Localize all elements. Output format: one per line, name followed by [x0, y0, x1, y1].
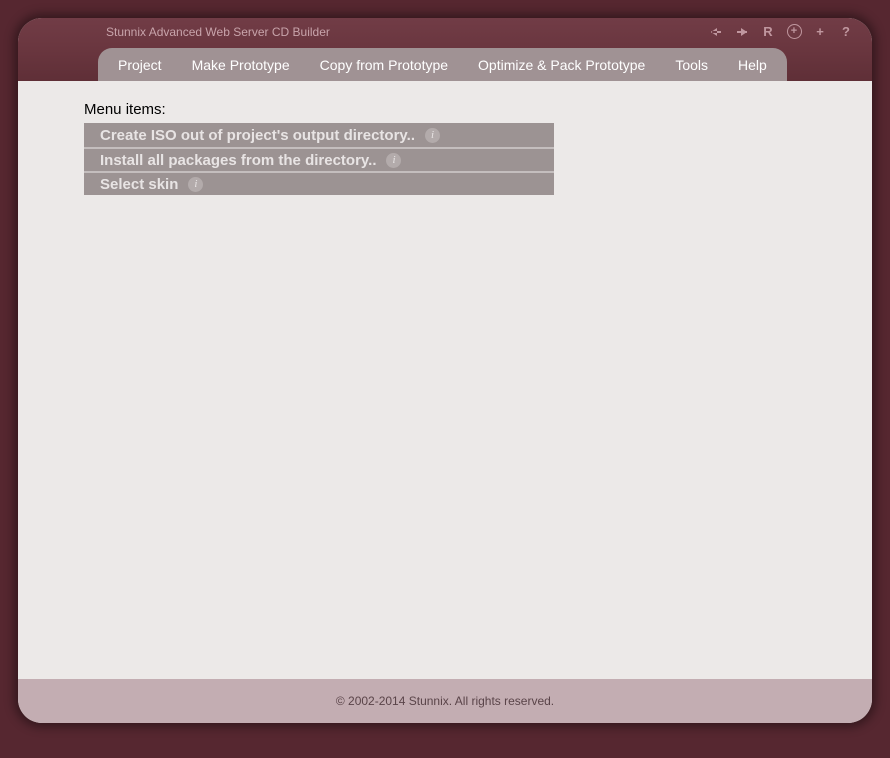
menu-optimize-pack[interactable]: Optimize & Pack Prototype: [478, 57, 645, 73]
back-icon[interactable]: [708, 24, 724, 40]
menu-row-label: Create ISO out of project's output direc…: [100, 127, 415, 144]
menu-row-create-iso[interactable]: Create ISO out of project's output direc…: [84, 123, 554, 147]
content-area: Menu items: Create ISO out of project's …: [18, 81, 872, 679]
menu-copy-from-prototype[interactable]: Copy from Prototype: [320, 57, 448, 73]
info-icon[interactable]: i: [188, 177, 203, 192]
menu-help[interactable]: Help: [738, 57, 767, 73]
menu-row-label: Install all packages from the directory.…: [100, 152, 376, 169]
info-icon[interactable]: i: [386, 153, 401, 168]
menu-row-select-skin[interactable]: Select skin i: [84, 171, 554, 195]
menu-row-label: Select skin: [100, 176, 178, 193]
outer-frame: Stunnix Advanced Web Server CD Builder R…: [0, 0, 890, 758]
menubar: Project Make Prototype Copy from Prototy…: [18, 45, 872, 81]
menu-items-list: Create ISO out of project's output direc…: [84, 123, 554, 195]
menu-tools[interactable]: Tools: [675, 57, 708, 73]
menu-items-heading: Menu items:: [84, 101, 872, 118]
menu-make-prototype[interactable]: Make Prototype: [192, 57, 290, 73]
titlebar: Stunnix Advanced Web Server CD Builder R…: [18, 18, 872, 45]
footer-text: © 2002-2014 Stunnix. All rights reserved…: [336, 694, 554, 708]
menubar-tab: Project Make Prototype Copy from Prototy…: [98, 48, 787, 81]
forward-icon[interactable]: [734, 24, 750, 40]
plus-icon[interactable]: +: [812, 24, 828, 40]
help-icon[interactable]: ?: [838, 24, 854, 40]
reload-icon[interactable]: R: [760, 24, 776, 40]
app-window: Stunnix Advanced Web Server CD Builder R…: [18, 18, 872, 723]
zoom-in-icon[interactable]: +: [786, 24, 802, 40]
circle-plus-icon: +: [787, 24, 802, 39]
titlebar-actions: R + + ?: [708, 24, 854, 40]
footer: © 2002-2014 Stunnix. All rights reserved…: [18, 679, 872, 723]
menu-row-install-packages[interactable]: Install all packages from the directory.…: [84, 147, 554, 171]
info-icon[interactable]: i: [425, 128, 440, 143]
app-title: Stunnix Advanced Web Server CD Builder: [106, 25, 708, 39]
menu-project[interactable]: Project: [118, 57, 162, 73]
